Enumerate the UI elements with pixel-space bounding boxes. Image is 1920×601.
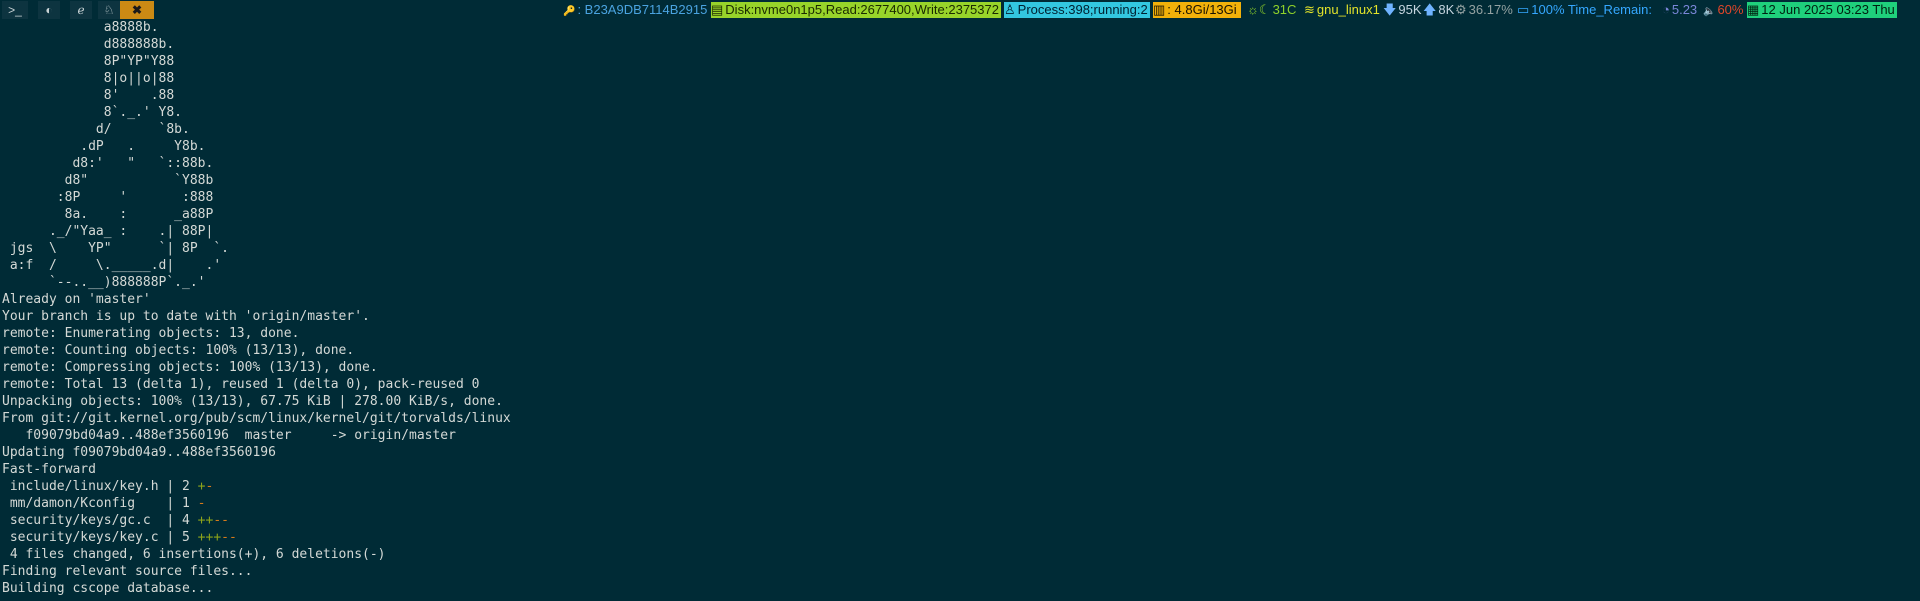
volume-status: 🔈 60% [1703, 2, 1743, 18]
terminal-line: remote: Counting objects: 100% (13/13), … [2, 343, 355, 358]
diffstat-minus: - [205, 479, 214, 494]
workspace-tools[interactable]: ✖ [120, 1, 154, 19]
terminal-line: 8`._.' Y8. [2, 105, 183, 120]
diffstat-row: mm/damon/Kconfig | 1 - [2, 495, 1902, 512]
terminal-line: Building cscope database... [2, 581, 214, 596]
cpu-status: ⚙ 36.17% [1455, 2, 1513, 18]
download-arrow-icon: 🡇 [1383, 2, 1397, 17]
terminal-line: Unpacking objects: 100% (13/13), 67.75 K… [2, 394, 503, 409]
download-text: 95K [1398, 2, 1422, 17]
diffstat-file: security/keys/gc.c | 4 [2, 513, 198, 528]
memory-text: : 4.8Gi/13Gi [1167, 2, 1237, 17]
key-id: : B23A9DB7114B2915 [577, 2, 708, 17]
download-speed: 🡇 95K [1383, 2, 1422, 18]
datetime-text: 12 Jun 2025 03:23 Thu [1761, 2, 1895, 17]
terminal-line: Your branch is up to date with 'origin/m… [2, 309, 370, 324]
wifi-icon: ≋ [1304, 2, 1315, 17]
terminal-line: remote: Enumerating objects: 13, done. [2, 326, 300, 341]
calendar-icon: ▦ [1747, 2, 1760, 17]
disk-status: ▤ Disk:nvme0n1p5,Read:2677400,Write:23753… [711, 2, 1001, 18]
terminal-line: d888888b. [2, 37, 175, 52]
wifi-ssid: gnu_linux1 [1316, 2, 1380, 17]
status-bar: >_ ◐ ℯ ♘ ✖ 🔑: B23A9DB7114B2915 ▤ Disk:nvm… [0, 0, 1920, 20]
temperature-icon: ☼☾ [1247, 2, 1271, 17]
terminal-line: .dP . Y8b. [2, 139, 206, 154]
terminal-line: a8888b. [2, 20, 159, 35]
key-icon: 🔑 [563, 6, 576, 17]
upload-arrow-icon: 🡅 [1423, 2, 1437, 17]
browser-icon: ◐ [45, 3, 53, 17]
terminal-icon: >_ [8, 3, 22, 17]
load-status: ◔ 5.23 [1662, 2, 1697, 18]
terminal-line: f09079bd04a9..488ef3560196 master -> ori… [2, 428, 456, 443]
workspace-terminal[interactable]: >_ [2, 1, 28, 19]
process-status: ♙ Process:398;running:2 [1004, 2, 1150, 18]
terminal-line: Fast-forward [2, 462, 96, 477]
temperature-text: 31C [1272, 2, 1297, 17]
terminal-line: Finding relevant source files... [2, 564, 253, 579]
upload-speed: 🡅 8K [1423, 2, 1454, 18]
linux-icon: ♘ [103, 3, 115, 17]
diffstat-minus: - [197, 496, 206, 511]
battery-icon: ▭ [1517, 2, 1530, 17]
gpg-key-status: 🔑: B23A9DB7114B2915 [563, 2, 707, 18]
terminal-line: `--..__)888888P`._.' [2, 275, 206, 290]
workspace-editor[interactable]: ℯ [70, 1, 92, 19]
terminal-line: 8' .88 [2, 88, 175, 103]
terminal-line: jgs \ YP" `| 8P `. [2, 241, 229, 256]
volume-text: 60% [1717, 2, 1744, 17]
terminal-line: Updating f09079bd04a9..488ef3560196 [2, 445, 276, 460]
load-icon: ◔ [1662, 2, 1670, 17]
memory-status: ▥: 4.8Gi/13Gi [1153, 2, 1241, 18]
tools-icon: ✖ [131, 3, 143, 17]
diffstat-row: security/keys/key.c | 5 +++-- [2, 529, 1902, 546]
diffstat-minus: -- [221, 530, 237, 545]
diffstat-row: include/linux/key.h | 2 +- [2, 478, 1902, 495]
terminal-line: From git://git.kernel.org/pub/scm/linux/… [2, 411, 511, 426]
terminal-output[interactable]: a8888b. d888888b. 8P"YP"Y88 8|o||o|88 8'… [2, 19, 1902, 597]
terminal-line: 4 files changed, 6 insertions(+), 6 dele… [2, 547, 386, 562]
terminal-line: :8P ' :888 [2, 190, 214, 205]
process-icon: ♙ [1004, 2, 1016, 17]
diffstat-minus: -- [213, 513, 229, 528]
load-text: 5.23 [1671, 2, 1698, 17]
battery-text: 100% Time_Remain: [1531, 2, 1652, 17]
terminal-line: 8P"YP"Y88 [2, 54, 175, 69]
terminal-line: d/ `8b. [2, 122, 190, 137]
terminal-line: d8:' " `::88b. [2, 156, 214, 171]
memory-icon: ▥ [1153, 2, 1166, 17]
diffstat-file: security/keys/key.c | 5 [2, 530, 198, 545]
wifi-status: ≋ gnu_linux1 [1304, 2, 1380, 18]
upload-text: 8K [1438, 2, 1455, 17]
terminal-line: remote: Compressing objects: 100% (13/13… [2, 360, 378, 375]
terminal-line: remote: Total 13 (delta 1), reused 1 (de… [2, 377, 480, 392]
terminal-line: Already on 'master' [2, 292, 151, 307]
diffstat-plus: + [197, 479, 206, 494]
diffstat-row: security/keys/gc.c | 4 ++-- [2, 512, 1902, 529]
cpu-text: 36.17% [1468, 2, 1513, 17]
terminal-line: d8" `Y88b [2, 173, 214, 188]
terminal-line: 8a. : _a88P [2, 207, 214, 222]
workspace-linux[interactable]: ♘ [98, 1, 120, 19]
terminal-line: ._/"Yaa_ : .| 88P| [2, 224, 214, 239]
cpu-gear-icon: ⚙ [1455, 2, 1467, 17]
volume-icon: 🔈 [1703, 6, 1716, 17]
process-text: Process:398;running:2 [1017, 2, 1148, 17]
diffstat-file: include/linux/key.h | 2 [2, 479, 198, 494]
datetime-status: ▦ 12 Jun 2025 03:23 Thu [1747, 2, 1897, 18]
temperature-status: ☼☾ 31C [1247, 2, 1296, 18]
disk-icon: ▤ [711, 2, 724, 17]
editor-icon: ℯ [77, 3, 85, 17]
diffstat-file: mm/damon/Kconfig | 1 [2, 496, 198, 511]
disk-text: Disk:nvme0n1p5,Read:2677400,Write:237537… [725, 2, 999, 17]
battery-status: ▭ 100% Time_Remain: [1517, 2, 1652, 18]
diffstat-plus: +++ [197, 530, 222, 545]
diffstat-plus: ++ [197, 513, 214, 528]
workspace-browser[interactable]: ◐ [38, 1, 60, 19]
terminal-line: a:f / \._____.d| .' [2, 258, 222, 273]
terminal-line: 8|o||o|88 [2, 71, 175, 86]
